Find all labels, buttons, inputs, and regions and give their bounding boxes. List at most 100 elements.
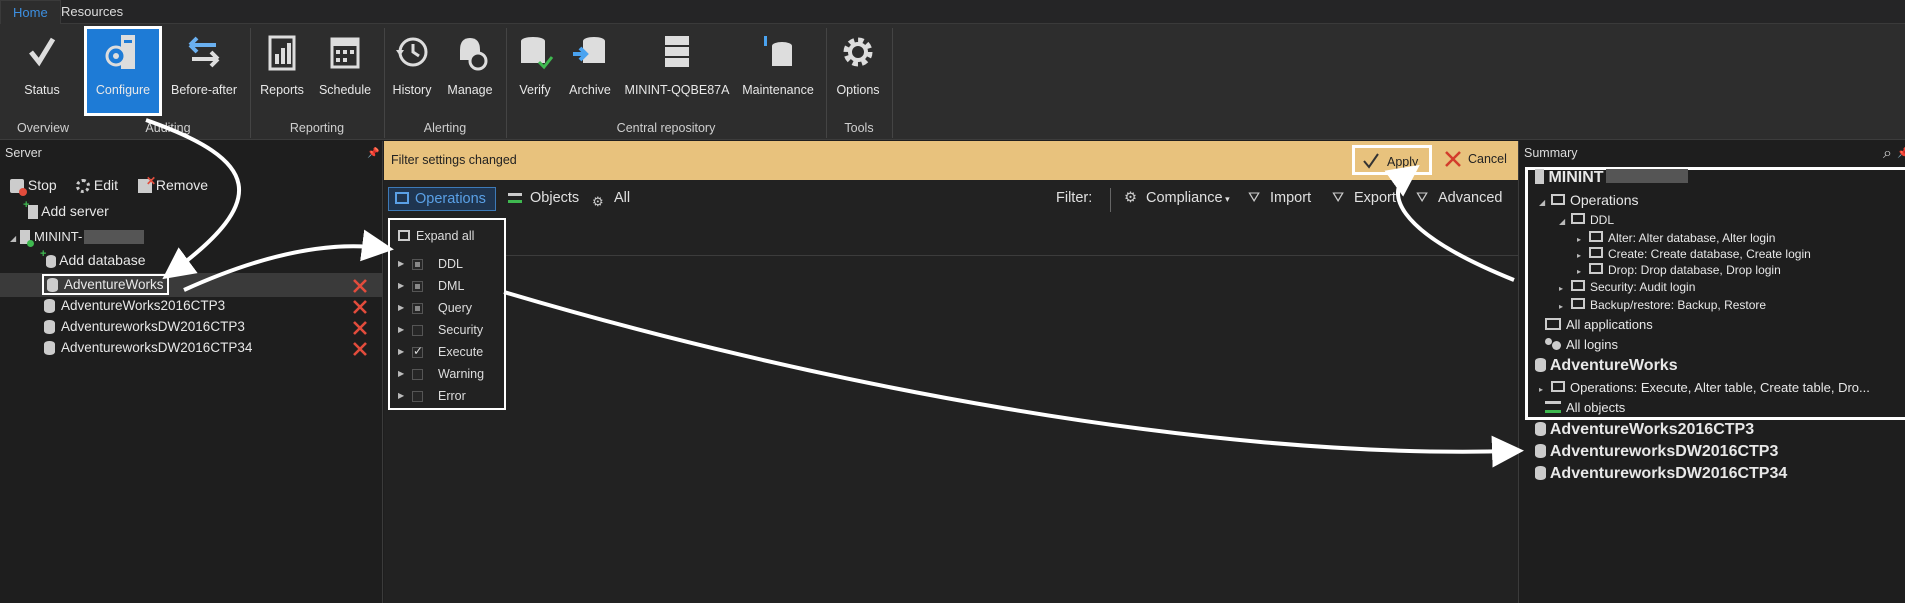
reports-button[interactable]: Reports xyxy=(254,28,310,114)
database-item[interactable]: AdventureworksDW2016CTP3 xyxy=(44,319,245,335)
tab-operations[interactable]: Operations xyxy=(388,187,496,211)
database-icon xyxy=(44,341,55,356)
edit-button[interactable]: Edit xyxy=(76,177,118,194)
filter-checkbox[interactable] xyxy=(412,281,423,292)
filter-item[interactable]: ▶ Query xyxy=(390,300,500,318)
manage-button[interactable]: Manage xyxy=(442,28,498,114)
expand-arrow-icon[interactable]: ▶ xyxy=(398,347,404,356)
summary-db-adventureworksdw2016ctp3[interactable]: AdventureworksDW2016CTP3 xyxy=(1535,443,1778,461)
summary-alter[interactable]: ▸ Alter: Alter database, Alter login xyxy=(1577,231,1775,245)
summary-all-objects[interactable]: All objects xyxy=(1545,400,1625,415)
expand-arrow-icon[interactable]: ▶ xyxy=(398,281,404,290)
cancel-button[interactable]: Cancel xyxy=(1436,145,1516,175)
filter-item-label: DML xyxy=(438,279,465,293)
expand-all-button[interactable]: Expand all xyxy=(390,228,500,246)
summary-db1-operations[interactable]: ▸ Operations: Execute, Alter table, Creat… xyxy=(1539,380,1870,395)
filter-item[interactable]: ▶ Warning xyxy=(390,366,500,384)
redacted-block xyxy=(84,230,145,245)
configure-button[interactable]: Configure xyxy=(84,26,162,116)
delete-database-icon[interactable] xyxy=(352,320,368,336)
expand-arrow-icon[interactable]: ▶ xyxy=(398,303,404,312)
summary-all-logins[interactable]: All logins xyxy=(1545,337,1618,352)
delete-database-icon[interactable] xyxy=(352,299,368,315)
summary-drop[interactable]: ▸ Drop: Drop database, Drop login xyxy=(1577,263,1781,277)
all-gear-icon: ⚙ xyxy=(592,194,604,209)
filter-item[interactable]: ▶ Security xyxy=(390,322,500,340)
export-button[interactable]: ⛛ Export xyxy=(1328,187,1396,211)
server-node[interactable]: ◢ MININT- xyxy=(10,228,145,248)
remove-button[interactable]: ✕ Remove xyxy=(138,174,208,194)
tab-resources[interactable]: Resources xyxy=(49,0,135,24)
manage-alert-icon xyxy=(460,38,488,71)
import-button[interactable]: ⛛ Import xyxy=(1244,187,1311,211)
database-item[interactable]: AdventureWorks2016CTP3 xyxy=(44,298,225,314)
add-server-icon: + xyxy=(23,199,38,220)
archive-button[interactable]: Archive xyxy=(564,28,616,114)
expand-arrow-icon[interactable]: ▶ xyxy=(398,369,404,378)
center-panel: Filter settings changed Apply Cancel Ope… xyxy=(384,141,1518,603)
summary-create[interactable]: ▸ Create: Create database, Create login xyxy=(1577,247,1811,261)
banner-message: Filter settings changed xyxy=(391,153,517,167)
stop-button[interactable]: Stop xyxy=(10,177,57,197)
status-button[interactable]: Status xyxy=(8,28,76,114)
filter-checkbox[interactable] xyxy=(412,303,423,314)
add-database-button[interactable]: + Add database xyxy=(40,248,146,268)
maintenance-icon xyxy=(764,36,792,66)
expand-arrow-icon[interactable]: ▶ xyxy=(398,391,404,400)
summary-operations[interactable]: ◢ Operations xyxy=(1539,192,1638,208)
summary-db-adventureworksdw2016ctp34[interactable]: AdventureworksDW2016CTP34 xyxy=(1535,465,1787,483)
summary-backup-label: Backup/restore: Backup, Restore xyxy=(1590,298,1767,312)
schedule-button[interactable]: Schedule xyxy=(314,28,376,114)
delete-database-icon[interactable] xyxy=(352,278,368,294)
filter-checkbox[interactable] xyxy=(412,369,423,380)
filter-checkbox[interactable] xyxy=(412,344,423,358)
summary-db-adventureworks[interactable]: AdventureWorks xyxy=(1535,357,1678,375)
before-after-button[interactable]: Before-after xyxy=(166,28,242,114)
database-item[interactable]: AdventureWorks xyxy=(42,274,169,296)
history-label: History xyxy=(392,83,432,97)
delete-database-icon[interactable] xyxy=(352,341,368,357)
repository-server-button[interactable]: MININT-QQBE87A xyxy=(622,28,732,114)
add-server-button[interactable]: + Add server xyxy=(23,199,109,220)
remove-icon: ✕ xyxy=(138,174,156,194)
tab-all[interactable]: ⚙ All xyxy=(588,187,630,211)
search-icon[interactable]: ⌕ xyxy=(1883,145,1892,163)
add-database-label: Add database xyxy=(59,252,146,268)
create-icon xyxy=(1589,247,1603,258)
expand-arrow-icon[interactable]: ▶ xyxy=(398,325,404,334)
operations-icon xyxy=(395,192,409,204)
stop-server-icon xyxy=(10,179,27,197)
filter-item[interactable]: ▶ Error xyxy=(390,388,500,406)
filter-checkbox[interactable] xyxy=(412,325,423,336)
expand-arrow-icon[interactable]: ▶ xyxy=(398,259,404,268)
filter-checkbox[interactable] xyxy=(412,259,423,270)
summary-security[interactable]: ▸ Security: Audit login xyxy=(1559,280,1695,294)
drop-icon xyxy=(1589,263,1603,274)
apply-button[interactable]: Apply xyxy=(1352,145,1432,175)
import-filter-icon: ⛛ xyxy=(1248,190,1261,206)
summary-pin-icon[interactable]: 📌 xyxy=(1897,148,1905,159)
verify-button[interactable]: Verify xyxy=(510,28,560,114)
maintenance-button[interactable]: Maintenance xyxy=(738,28,818,114)
backup-icon xyxy=(1571,298,1585,309)
edit-gear-icon xyxy=(76,179,90,194)
filter-item[interactable]: ▶ DML xyxy=(390,278,500,296)
summary-server[interactable]: MININT xyxy=(1535,169,1688,187)
tab-objects[interactable]: Objects xyxy=(504,187,579,211)
filter-item[interactable]: ▶ DDL xyxy=(390,256,500,274)
database-item[interactable]: AdventureworksDW2016CTP34 xyxy=(44,340,252,356)
summary-all-applications[interactable]: All applications xyxy=(1545,317,1653,332)
filter-item[interactable]: ▶ Execute xyxy=(390,344,500,362)
history-button[interactable]: History xyxy=(388,28,436,114)
options-button[interactable]: Options xyxy=(830,28,886,114)
summary-db-adventureworks2016ctp3[interactable]: AdventureWorks2016CTP3 xyxy=(1535,421,1754,439)
filter-checkbox[interactable] xyxy=(412,391,423,402)
group-reporting: Reporting xyxy=(289,121,345,135)
summary-backup[interactable]: ▸ Backup/restore: Backup, Restore xyxy=(1559,298,1766,312)
ribbon: Status Configure Before-after Reports Sc… xyxy=(0,24,1905,140)
compliance-dropdown[interactable]: ⚙ Compliance ▾ xyxy=(1120,187,1230,211)
summary-title: Summary xyxy=(1524,146,1578,160)
summary-ddl[interactable]: ◢ DDL xyxy=(1559,213,1614,227)
pin-icon[interactable]: 📌 xyxy=(367,148,379,159)
advanced-button[interactable]: ⛛ Advanced xyxy=(1412,187,1503,211)
